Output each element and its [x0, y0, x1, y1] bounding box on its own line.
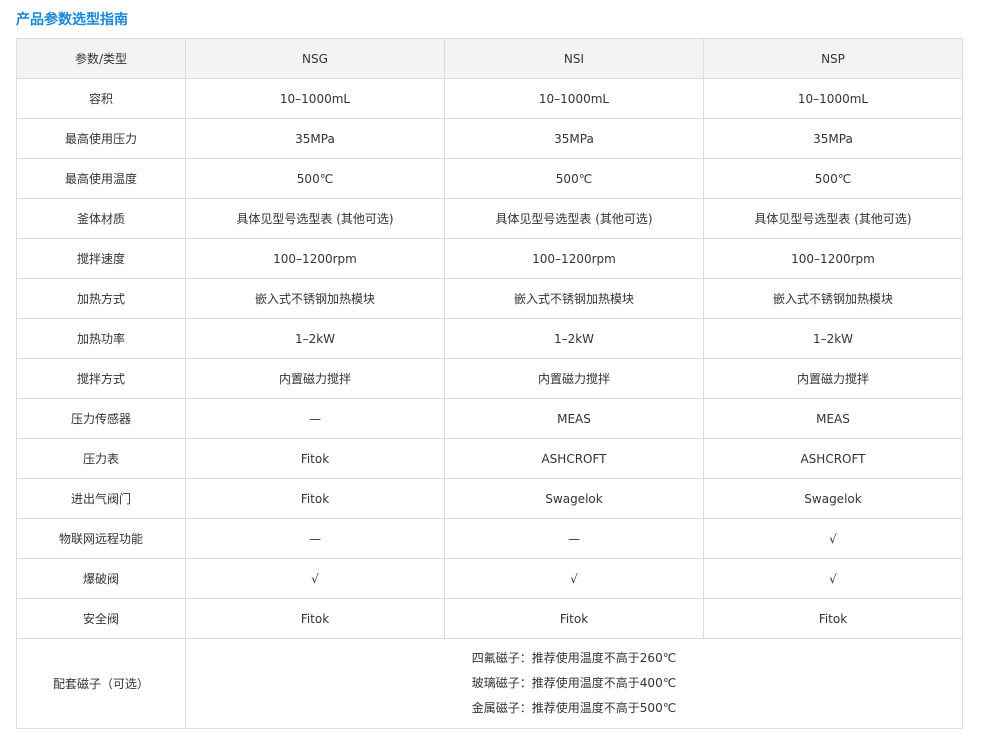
value-cell-nsp: Swagelok — [703, 478, 963, 519]
value-cell-nsp: 内置磁力搅拌 — [703, 358, 963, 399]
param-cell: 加热功率 — [16, 318, 186, 359]
value-cell-nsg: 100–1200rpm — [185, 238, 445, 279]
param-cell: 压力表 — [16, 438, 186, 479]
value-cell-nsg: 具体见型号选型表 (其他可选) — [185, 198, 445, 239]
value-cell-nsi: — — [444, 518, 704, 559]
value-cell-nsp: ASHCROFT — [703, 438, 963, 479]
param-cell: 搅拌方式 — [16, 358, 186, 399]
value-cell-nsg: 嵌入式不锈钢加热模块 — [185, 278, 445, 319]
value-cell-nsg: — — [185, 518, 445, 559]
table-row: 搅拌速度 100–1200rpm 100–1200rpm 100–1200rpm — [16, 238, 963, 279]
value-cell-nsg: 500℃ — [185, 158, 445, 199]
value-cell-nsp: √ — [703, 558, 963, 599]
value-cell-nsp: √ — [703, 518, 963, 559]
value-cell-nsi: 1–2kW — [444, 318, 704, 359]
value-cell-nsg: Fitok — [185, 478, 445, 519]
table-row-magnets: 配套磁子（可选） 四氟磁子：推荐使用温度不高于260℃ 玻璃磁子：推荐使用温度不高于… — [16, 638, 963, 729]
magnet-option-line: 四氟磁子：推荐使用温度不高于260℃ — [471, 651, 677, 665]
magnet-option-line: 玻璃磁子：推荐使用温度不高于400℃ — [471, 676, 677, 690]
param-cell: 最高使用压力 — [16, 118, 186, 159]
value-cell-nsi: √ — [444, 558, 704, 599]
param-cell: 搅拌速度 — [16, 238, 186, 279]
param-cell: 配套磁子（可选） — [16, 638, 186, 729]
header-nsi: NSI — [444, 38, 704, 79]
value-cell-nsp: MEAS — [703, 398, 963, 439]
table-row: 容积 10–1000mL 10–1000mL 10–1000mL — [16, 78, 963, 119]
value-cell-nsg: 内置磁力搅拌 — [185, 358, 445, 399]
value-cell-nsi: Swagelok — [444, 478, 704, 519]
table-row: 压力传感器 — MEAS MEAS — [16, 398, 963, 439]
table-row: 加热功率 1–2kW 1–2kW 1–2kW — [16, 318, 963, 359]
value-cell-nsi: 10–1000mL — [444, 78, 704, 119]
value-cell-nsg: √ — [185, 558, 445, 599]
param-cell: 物联网远程功能 — [16, 518, 186, 559]
value-cell-nsi: 内置磁力搅拌 — [444, 358, 704, 399]
value-cell-nsp: 1–2kW — [703, 318, 963, 359]
value-cell-nsp: 100–1200rpm — [703, 238, 963, 279]
header-nsp: NSP — [703, 38, 963, 79]
value-cell-nsp: 500℃ — [703, 158, 963, 199]
page-title: 产品参数选型指南 — [16, 12, 128, 28]
table-row: 搅拌方式 内置磁力搅拌 内置磁力搅拌 内置磁力搅拌 — [16, 358, 963, 399]
table-row: 进出气阀门 Fitok Swagelok Swagelok — [16, 478, 963, 519]
magnet-options-cell: 四氟磁子：推荐使用温度不高于260℃ 玻璃磁子：推荐使用温度不高于400℃ 金属磁子… — [185, 638, 963, 729]
value-cell-nsp: 10–1000mL — [703, 78, 963, 119]
value-cell-nsg: 10–1000mL — [185, 78, 445, 119]
value-cell-nsp: 35MPa — [703, 118, 963, 159]
table-row: 物联网远程功能 — — √ — [16, 518, 963, 559]
param-cell: 爆破阀 — [16, 558, 186, 599]
value-cell-nsi: ASHCROFT — [444, 438, 704, 479]
value-cell-nsp: 具体见型号选型表 (其他可选) — [703, 198, 963, 239]
table-row: 最高使用压力 35MPa 35MPa 35MPa — [16, 118, 963, 159]
magnet-option-line: 金属磁子：推荐使用温度不高于500℃ — [471, 701, 677, 715]
value-cell-nsi: 500℃ — [444, 158, 704, 199]
value-cell-nsg: Fitok — [185, 438, 445, 479]
param-cell: 压力传感器 — [16, 398, 186, 439]
table-row: 加热方式 嵌入式不锈钢加热模块 嵌入式不锈钢加热模块 嵌入式不锈钢加热模块 — [16, 278, 963, 319]
value-cell-nsi: 嵌入式不锈钢加热模块 — [444, 278, 704, 319]
table-row: 安全阀 Fitok Fitok Fitok — [16, 598, 963, 639]
value-cell-nsp: Fitok — [703, 598, 963, 639]
param-cell: 进出气阀门 — [16, 478, 186, 519]
table-header-row: 参数/类型 NSG NSI NSP — [16, 38, 963, 79]
value-cell-nsg: 1–2kW — [185, 318, 445, 359]
table-row: 压力表 Fitok ASHCROFT ASHCROFT — [16, 438, 963, 479]
header-nsg: NSG — [185, 38, 445, 79]
value-cell-nsi: 35MPa — [444, 118, 704, 159]
param-cell: 加热方式 — [16, 278, 186, 319]
param-cell: 安全阀 — [16, 598, 186, 639]
value-cell-nsi: 具体见型号选型表 (其他可选) — [444, 198, 704, 239]
table-row: 爆破阀 √ √ √ — [16, 558, 963, 599]
value-cell-nsg: Fitok — [185, 598, 445, 639]
product-parameter-table: 参数/类型 NSG NSI NSP 容积 10–1000mL 10–1000mL 10… — [16, 38, 963, 729]
param-cell: 最高使用温度 — [16, 158, 186, 199]
table-row: 釜体材质 具体见型号选型表 (其他可选) 具体见型号选型表 (其他可选) 具体见型号选… — [16, 198, 963, 239]
value-cell-nsi: 100–1200rpm — [444, 238, 704, 279]
value-cell-nsp: 嵌入式不锈钢加热模块 — [703, 278, 963, 319]
param-cell: 釜体材质 — [16, 198, 186, 239]
value-cell-nsg: 35MPa — [185, 118, 445, 159]
value-cell-nsi: Fitok — [444, 598, 704, 639]
table-row: 最高使用温度 500℃ 500℃ 500℃ — [16, 158, 963, 199]
header-param-type: 参数/类型 — [16, 38, 186, 79]
param-cell: 容积 — [16, 78, 186, 119]
value-cell-nsg: — — [185, 398, 445, 439]
value-cell-nsi: MEAS — [444, 398, 704, 439]
